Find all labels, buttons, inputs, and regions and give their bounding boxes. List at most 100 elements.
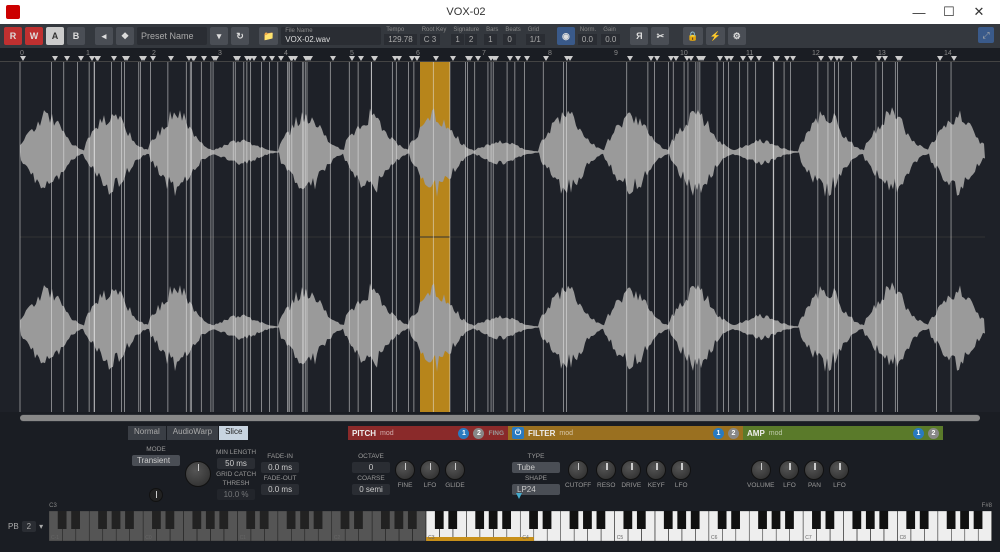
- filter-env1-badge[interactable]: 1: [713, 428, 724, 439]
- mode-select[interactable]: Transient: [132, 455, 180, 466]
- transient-marker[interactable]: [349, 56, 354, 61]
- timeline-ruler[interactable]: 01234567891011121314: [0, 48, 1000, 62]
- env2-badge[interactable]: 2: [473, 428, 484, 439]
- fadeout-value[interactable]: 0.0 ms: [261, 484, 299, 495]
- transient-marker[interactable]: [141, 56, 146, 61]
- transient-marker[interactable]: [748, 56, 753, 61]
- pitch-lfo-knob[interactable]: [420, 460, 440, 480]
- amp-env2-badge[interactable]: 2: [928, 428, 939, 439]
- ab-a-button[interactable]: A: [46, 27, 64, 45]
- transient-marker[interactable]: [20, 56, 25, 61]
- filter-power-button[interactable]: ⏻: [512, 427, 524, 439]
- fine-knob[interactable]: [395, 460, 415, 480]
- transient-marker[interactable]: [790, 56, 795, 61]
- transient-marker[interactable]: [717, 56, 722, 61]
- transient-marker[interactable]: [654, 56, 659, 61]
- read-automation-button[interactable]: R: [4, 27, 22, 45]
- tab-normal[interactable]: Normal: [128, 426, 166, 440]
- write-automation-button[interactable]: W: [25, 27, 43, 45]
- transient-marker[interactable]: [700, 56, 705, 61]
- transient-marker[interactable]: [515, 56, 520, 61]
- transient-marker[interactable]: [475, 56, 480, 61]
- transient-marker[interactable]: [951, 56, 956, 61]
- waveform-display[interactable]: [0, 62, 1000, 412]
- transient-marker[interactable]: [897, 56, 902, 61]
- transient-marker[interactable]: [409, 56, 414, 61]
- beats-value[interactable]: 0: [503, 34, 515, 45]
- coarse-value[interactable]: 0 semi: [352, 484, 390, 495]
- horizontal-scrollbar[interactable]: [20, 414, 980, 422]
- transient-marker[interactable]: [450, 56, 455, 61]
- transient-marker[interactable]: [52, 56, 57, 61]
- gain-value[interactable]: 0.0: [601, 34, 620, 45]
- midi-icon[interactable]: ⚡: [706, 27, 725, 45]
- transient-marker[interactable]: [773, 56, 778, 61]
- transient-marker[interactable]: [756, 56, 761, 61]
- pan-knob[interactable]: [804, 460, 824, 480]
- transient-marker[interactable]: [467, 56, 472, 61]
- bars-value[interactable]: 1: [484, 34, 496, 45]
- transient-marker[interactable]: [627, 56, 632, 61]
- transient-marker[interactable]: [211, 56, 216, 61]
- folder-icon[interactable]: 📁: [259, 27, 278, 45]
- virtual-keyboard[interactable]: C3 F#8 C-1C0C1C2C3C4C5C6C7C8: [49, 511, 992, 541]
- transient-marker[interactable]: [330, 56, 335, 61]
- octave-value[interactable]: 0: [352, 462, 390, 473]
- transient-marker[interactable]: [543, 56, 548, 61]
- transient-marker[interactable]: [233, 56, 238, 61]
- cutoff-knob[interactable]: [568, 460, 588, 480]
- transient-marker[interactable]: [688, 56, 693, 61]
- env1-badge[interactable]: 1: [458, 428, 469, 439]
- transient-marker[interactable]: [111, 56, 116, 61]
- transient-marker[interactable]: [278, 56, 283, 61]
- transient-marker[interactable]: [269, 56, 274, 61]
- transient-marker[interactable]: [261, 56, 266, 61]
- transient-marker[interactable]: [201, 56, 206, 61]
- settings-icon[interactable]: ⚙: [728, 27, 746, 45]
- drive-knob[interactable]: [621, 460, 641, 480]
- transient-marker[interactable]: [937, 56, 942, 61]
- lock-icon[interactable]: 🔒: [683, 27, 702, 45]
- filter-lfo-knob[interactable]: [671, 460, 691, 480]
- reverse-button[interactable]: Я: [630, 27, 648, 45]
- volume-knob[interactable]: [751, 460, 771, 480]
- maximize-button[interactable]: ☐: [934, 1, 964, 23]
- tab-audiowarp[interactable]: AudioWarp: [167, 426, 218, 440]
- tempo-value[interactable]: 129.78: [384, 34, 416, 45]
- transient-marker[interactable]: [371, 56, 376, 61]
- sig-den[interactable]: 2: [465, 34, 477, 45]
- transient-marker[interactable]: [740, 56, 745, 61]
- transient-marker[interactable]: [244, 56, 249, 61]
- transient-marker[interactable]: [784, 56, 789, 61]
- transient-marker[interactable]: [493, 56, 498, 61]
- filter-type-select[interactable]: Tube: [512, 462, 560, 473]
- keyf-knob[interactable]: [646, 460, 666, 480]
- preset-name-field[interactable]: Preset Name: [137, 27, 207, 45]
- transient-marker[interactable]: [828, 56, 833, 61]
- transient-marker[interactable]: [507, 56, 512, 61]
- reso-knob[interactable]: [596, 460, 616, 480]
- transient-marker[interactable]: [303, 56, 308, 61]
- transient-marker[interactable]: [414, 56, 419, 61]
- fadein-value[interactable]: 0.0 ms: [261, 462, 299, 473]
- file-name-field[interactable]: File Name VOX-02.wav: [281, 27, 381, 45]
- transient-marker[interactable]: [728, 56, 733, 61]
- transient-marker[interactable]: [292, 56, 297, 61]
- transient-marker[interactable]: [648, 56, 653, 61]
- transient-marker[interactable]: [94, 56, 99, 61]
- thresh-value[interactable]: 10.0 %: [217, 489, 255, 500]
- transient-marker[interactable]: [168, 56, 173, 61]
- amp-lfo2-knob[interactable]: [829, 460, 849, 480]
- filter-env2-badge[interactable]: 2: [728, 428, 739, 439]
- transient-marker[interactable]: [64, 56, 69, 61]
- grid-catch-knob[interactable]: [149, 488, 163, 502]
- close-button[interactable]: ✕: [964, 1, 994, 23]
- transient-marker[interactable]: [564, 56, 569, 61]
- grid-value[interactable]: 1/1: [526, 34, 545, 45]
- transient-marker[interactable]: [882, 56, 887, 61]
- expand-icon[interactable]: ⤢: [978, 27, 994, 43]
- transient-marker[interactable]: [524, 56, 529, 61]
- preset-prev-icon[interactable]: ◂: [95, 27, 113, 45]
- transient-marker[interactable]: [251, 56, 256, 61]
- preset-menu-icon[interactable]: ❖: [116, 27, 134, 45]
